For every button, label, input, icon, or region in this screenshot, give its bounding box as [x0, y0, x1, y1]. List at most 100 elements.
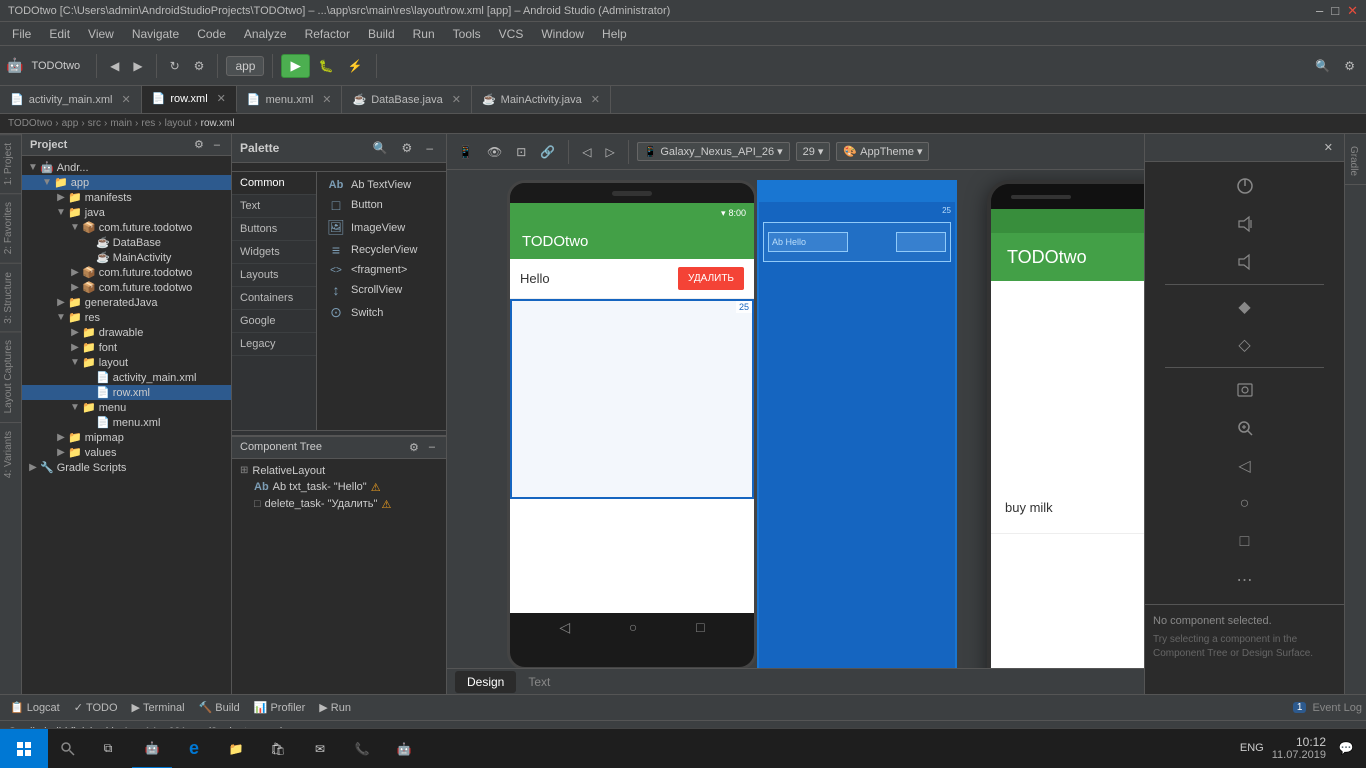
tree-item-java[interactable]: ▼ 📁 java — [22, 205, 231, 220]
menu-item-code[interactable]: Code — [189, 25, 234, 43]
zoom-in-btn[interactable] — [1229, 412, 1261, 444]
tree-item-generatedjava[interactable]: ▶ 📁 generatedJava — [22, 295, 231, 310]
palette-item-textview[interactable]: Ab Ab TextView — [321, 176, 442, 194]
palette-settings-btn[interactable]: ⚙ — [397, 138, 418, 158]
more-btn[interactable]: ⋯ — [1229, 564, 1261, 596]
close-btn[interactable]: ✕ — [1347, 3, 1358, 19]
menu-item-vcs[interactable]: VCS — [491, 25, 532, 43]
pan-right-btn[interactable]: ▷ — [600, 142, 619, 162]
event-log-label[interactable]: Event Log — [1312, 702, 1362, 714]
maximize-btn[interactable]: □ — [1331, 3, 1339, 19]
tree-item-android[interactable]: ▼ 🤖 Andr... — [22, 160, 231, 175]
minimize-btn[interactable]: – — [1316, 3, 1323, 19]
comp-txt-task[interactable]: Ab Ab txt_task- "Hello" ⚠ — [240, 479, 438, 496]
design-orientation-btn[interactable]: 📱 — [453, 142, 478, 162]
close-right-panel-btn[interactable]: ✕ — [1319, 138, 1338, 157]
tree-item-package2[interactable]: ▶ 📦 com.future.todotwo — [22, 265, 231, 280]
todo-btn[interactable]: ✓ TODO — [68, 699, 124, 716]
tab-MainActivity-java[interactable]: ☕MainActivity.java✕ — [472, 86, 611, 113]
tree-item-activity-main-xml[interactable]: 📄 activity_main.xml — [22, 370, 231, 385]
palette-item-imageview[interactable]: 🖼 ImageView — [321, 216, 442, 239]
menu-item-view[interactable]: View — [80, 25, 122, 43]
run-btn[interactable]: ▶ — [281, 54, 309, 78]
run-tool-btn[interactable]: ▶ Run — [313, 699, 357, 716]
variants-tab[interactable]: 4: Variants — [0, 422, 21, 486]
overview-device-btn[interactable]: □ — [1229, 526, 1261, 558]
design-constraint-btn[interactable]: 🔗 — [535, 142, 560, 162]
menu-item-help[interactable]: Help — [594, 25, 635, 43]
settings-btn[interactable]: ⚙ — [189, 56, 210, 76]
back-btn[interactable]: ◀ — [105, 56, 124, 76]
theme-selector[interactable]: 🎨 AppTheme ▾ — [836, 142, 929, 161]
project-tab[interactable]: 1: Project — [0, 134, 21, 193]
favorites-tab[interactable]: 2: Favorites — [0, 193, 21, 262]
palette-search-btn[interactable]: 🔍 — [368, 138, 393, 158]
palette-item-fragment[interactable]: <> <fragment> — [321, 261, 442, 279]
tree-item-mipmap[interactable]: ▶ 📁 mipmap — [22, 430, 231, 445]
store-taskbar[interactable]: 🛍 — [258, 729, 298, 768]
tree-item-font[interactable]: ▶ 📁 font — [22, 340, 231, 355]
gradle-tab[interactable]: Gradle — [1345, 138, 1366, 185]
cat-layouts[interactable]: Layouts — [232, 264, 316, 287]
tab-activity_main-xml[interactable]: 📄activity_main.xml✕ — [0, 86, 142, 113]
debug-btn[interactable]: 🐛 — [314, 56, 339, 76]
volume-up-btn[interactable] — [1229, 208, 1261, 240]
tree-item-manifests[interactable]: ▶ 📁 manifests — [22, 190, 231, 205]
design-tab[interactable]: Design — [455, 671, 516, 693]
cat-text[interactable]: Text — [232, 195, 316, 218]
android-taskbar[interactable]: 🤖 — [384, 729, 424, 768]
search-btn[interactable]: 🔍 — [1310, 56, 1335, 76]
comp-tree-hide-btn[interactable]: – — [426, 441, 438, 454]
palette-item-recyclerview[interactable]: ≡ RecyclerView — [321, 239, 442, 261]
menu-item-window[interactable]: Window — [533, 25, 592, 43]
tab-close-4[interactable]: ✕ — [591, 93, 600, 106]
profiler-btn[interactable]: 📊 Profiler — [248, 699, 312, 716]
tree-item-values[interactable]: ▶ 📁 values — [22, 445, 231, 460]
pan-left-btn[interactable]: ◁ — [577, 142, 596, 162]
phone1-delete-btn[interactable]: УДАЛИТЬ — [678, 267, 744, 290]
tab-DataBase-java[interactable]: ☕DataBase.java✕ — [342, 86, 471, 113]
tree-item-package1[interactable]: ▼ 📦 com.future.todotwo — [22, 220, 231, 235]
menu-item-tools[interactable]: Tools — [445, 25, 489, 43]
cat-google[interactable]: Google — [232, 310, 316, 333]
build-btn[interactable]: 🔨 Build — [193, 699, 246, 716]
home-device-btn[interactable]: ○ — [1229, 488, 1261, 520]
notification-btn[interactable]: 💬 — [1334, 736, 1358, 760]
palette-item-button[interactable]: □ Button — [321, 194, 442, 216]
tab-close-2[interactable]: ✕ — [322, 93, 331, 106]
tree-item-drawable[interactable]: ▶ 📁 drawable — [22, 325, 231, 340]
menu-item-navigate[interactable]: Navigate — [124, 25, 187, 43]
tree-item-mainactivity[interactable]: ☕ MainActivity — [22, 250, 231, 265]
tree-item-row-xml[interactable]: 📄 row.xml — [22, 385, 231, 400]
mail-taskbar[interactable]: ✉ — [300, 729, 340, 768]
menu-item-build[interactable]: Build — [360, 25, 403, 43]
tree-item-menu-folder[interactable]: ▼ 📁 menu — [22, 400, 231, 415]
sync-btn[interactable]: ↻ — [165, 56, 185, 76]
palette-close-btn[interactable]: – — [421, 138, 438, 158]
comp-delete-task[interactable]: □ delete_task- "Удалить" ⚠ — [240, 496, 438, 513]
task-view-btn[interactable]: ⧉ — [88, 729, 128, 768]
menu-item-refactor[interactable]: Refactor — [297, 25, 358, 43]
volume-down-btn[interactable] — [1229, 246, 1261, 278]
profile-btn[interactable]: ⚡ — [343, 56, 368, 76]
edge-taskbar[interactable]: e — [174, 729, 214, 768]
device-selector[interactable]: 📱 Galaxy_Nexus_API_26 ▾ — [637, 142, 790, 161]
design-blueprint-btn[interactable]: ⊡ — [511, 142, 531, 162]
phone-taskbar[interactable]: 📞 — [342, 729, 382, 768]
design-eye-btn[interactable]: 👁 — [482, 142, 507, 162]
cat-widgets[interactable]: Widgets — [232, 241, 316, 264]
search-taskbar-btn[interactable] — [48, 729, 88, 768]
rotate-btn[interactable]: ◆ — [1229, 291, 1261, 323]
tab-close-3[interactable]: ✕ — [452, 93, 461, 106]
screenshot-btn[interactable] — [1229, 374, 1261, 406]
tree-item-layout[interactable]: ▼ 📁 layout — [22, 355, 231, 370]
scale-btn[interactable]: ◇ — [1229, 329, 1261, 361]
tab-close-1[interactable]: ✕ — [217, 92, 226, 105]
menu-item-edit[interactable]: Edit — [41, 25, 78, 43]
settings2-btn[interactable]: ⚙ — [1339, 56, 1360, 76]
explorer-taskbar[interactable]: 📁 — [216, 729, 256, 768]
tree-item-database[interactable]: ☕ DataBase — [22, 235, 231, 250]
app-selector[interactable]: app — [226, 56, 264, 76]
cat-buttons[interactable]: Buttons — [232, 218, 316, 241]
cat-legacy[interactable]: Legacy — [232, 333, 316, 356]
